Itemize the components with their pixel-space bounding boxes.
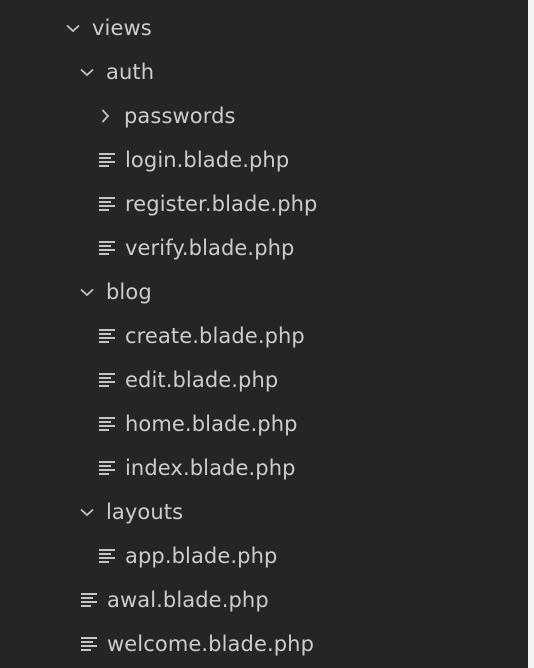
tree-item-label: awal.blade.php — [107, 588, 269, 612]
tree-file-awal[interactable]: awal.blade.php — [0, 578, 528, 622]
file-lines-icon — [98, 193, 116, 215]
file-lines-icon — [98, 457, 116, 479]
chevron-right-icon — [94, 105, 116, 127]
tree-item-label: create.blade.php — [125, 324, 305, 348]
tree-item-label: register.blade.php — [125, 192, 318, 216]
file-lines-icon — [98, 237, 116, 259]
tree-folder-auth[interactable]: auth — [0, 50, 528, 94]
file-lines-icon — [98, 545, 116, 567]
tree-item-label: verify.blade.php — [125, 236, 295, 260]
tree-folder-views[interactable]: views — [0, 6, 528, 50]
tree-item-label: index.blade.php — [125, 456, 296, 480]
file-lines-icon — [98, 325, 116, 347]
tree-file-welcome[interactable]: welcome.blade.php — [0, 622, 528, 666]
tree-item-label: welcome.blade.php — [107, 632, 315, 656]
tree-file-create[interactable]: create.blade.php — [0, 314, 528, 358]
tree-item-label: app.blade.php — [125, 544, 278, 568]
chevron-down-icon — [76, 61, 98, 83]
tree-folder-layouts[interactable]: layouts — [0, 490, 528, 534]
tree-file-index[interactable]: index.blade.php — [0, 446, 528, 490]
tree-file-edit[interactable]: edit.blade.php — [0, 358, 528, 402]
tree-folder-passwords[interactable]: passwords — [0, 94, 528, 138]
tree-file-verify[interactable]: verify.blade.php — [0, 226, 528, 270]
tree-item-label: home.blade.php — [125, 412, 298, 436]
tree-folder-blog[interactable]: blog — [0, 270, 528, 314]
tree-file-app[interactable]: app.blade.php — [0, 534, 528, 578]
file-lines-icon — [98, 369, 116, 391]
chevron-down-icon — [76, 501, 98, 523]
tree-file-login[interactable]: login.blade.php — [0, 138, 528, 182]
file-lines-icon — [80, 589, 98, 611]
tree-item-label: edit.blade.php — [125, 368, 279, 392]
file-lines-icon — [98, 413, 116, 435]
tree-item-label: passwords — [124, 104, 236, 128]
tree-file-register[interactable]: register.blade.php — [0, 182, 528, 226]
tree-file-home[interactable]: home.blade.php — [0, 402, 528, 446]
file-lines-icon — [98, 149, 116, 171]
tree-item-label: login.blade.php — [125, 148, 290, 172]
file-explorer-tree: views auth passwords login.blade.php reg… — [0, 0, 528, 668]
tree-item-label: layouts — [106, 500, 184, 524]
tree-item-label: blog — [106, 280, 152, 304]
file-lines-icon — [80, 633, 98, 655]
tree-item-label: auth — [106, 60, 155, 84]
tree-item-label: views — [92, 16, 152, 40]
chevron-down-icon — [76, 281, 98, 303]
chevron-down-icon — [62, 17, 84, 39]
